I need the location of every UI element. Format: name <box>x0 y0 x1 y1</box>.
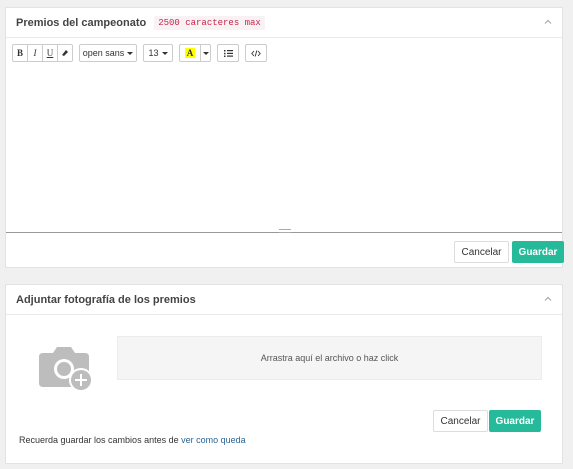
photo-panel: Adjuntar fotografía de los premios Arras… <box>5 284 563 464</box>
resize-grip-icon[interactable] <box>279 229 291 235</box>
save-button[interactable]: Guardar <box>512 241 564 263</box>
italic-button[interactable]: I <box>27 44 43 62</box>
code-view-button[interactable] <box>245 44 267 62</box>
font-family-dropdown[interactable]: open sans <box>79 44 137 62</box>
prizes-panel-header[interactable]: Premios del campeonato 2500 caracteres m… <box>6 8 562 38</box>
font-family-value: open sans <box>82 48 125 58</box>
photo-panel-title: Adjuntar fotografía de los premios <box>16 293 196 306</box>
dropzone-text: Arrastra aquí el archivo o haz click <box>260 353 399 363</box>
char-limit-badge: 2500 caracteres max <box>154 15 265 30</box>
style-button-group: B I U <box>12 44 73 62</box>
caret-down-icon <box>161 51 168 55</box>
editor-toolbar: B I U open sans 13 A <box>12 44 267 62</box>
color-group: A <box>179 44 211 62</box>
chevron-up-icon[interactable] <box>543 294 553 304</box>
unordered-list-button[interactable] <box>217 44 239 62</box>
code-group <box>245 44 267 62</box>
bold-button[interactable]: B <box>12 44 28 62</box>
caret-down-icon <box>202 51 209 55</box>
highlight-color-button[interactable]: A <box>179 44 201 62</box>
photo-panel-header[interactable]: Adjuntar fotografía de los premios <box>6 285 562 315</box>
cancel-button[interactable]: Cancelar <box>454 241 509 263</box>
code-view-icon <box>251 49 261 57</box>
preview-link[interactable]: ver como queda <box>181 435 246 445</box>
rich-text-editor[interactable] <box>6 68 562 232</box>
font-size-value: 13 <box>148 48 159 58</box>
color-dropdown-toggle[interactable] <box>200 44 211 62</box>
underline-button[interactable]: U <box>42 44 58 62</box>
chevron-up-icon[interactable] <box>543 17 553 27</box>
font-family-group: open sans <box>79 44 137 62</box>
cancel-button[interactable]: Cancelar <box>433 410 488 432</box>
list-group <box>217 44 239 62</box>
save-button[interactable]: Guardar <box>489 410 541 432</box>
eraser-button[interactable] <box>57 44 73 62</box>
note-middle: los cambios antes de <box>91 435 182 445</box>
note-prefix: Recuerda guardar <box>19 435 92 445</box>
camera-add-icon[interactable] <box>37 343 97 393</box>
eraser-icon <box>62 50 68 56</box>
caret-down-icon <box>127 51 134 55</box>
prizes-panel-title: Premios del campeonato <box>16 16 147 29</box>
font-size-dropdown[interactable]: 13 <box>143 44 173 62</box>
prizes-panel: Premios del campeonato 2500 caracteres m… <box>5 7 564 268</box>
font-size-group: 13 <box>143 44 173 62</box>
list-icon <box>223 49 233 57</box>
highlight-letter: A <box>184 48 196 58</box>
save-reminder-note: Recuerda guardar los cambios antes de ve… <box>19 435 246 445</box>
file-dropzone[interactable]: Arrastra aquí el archivo o haz click <box>117 336 542 380</box>
